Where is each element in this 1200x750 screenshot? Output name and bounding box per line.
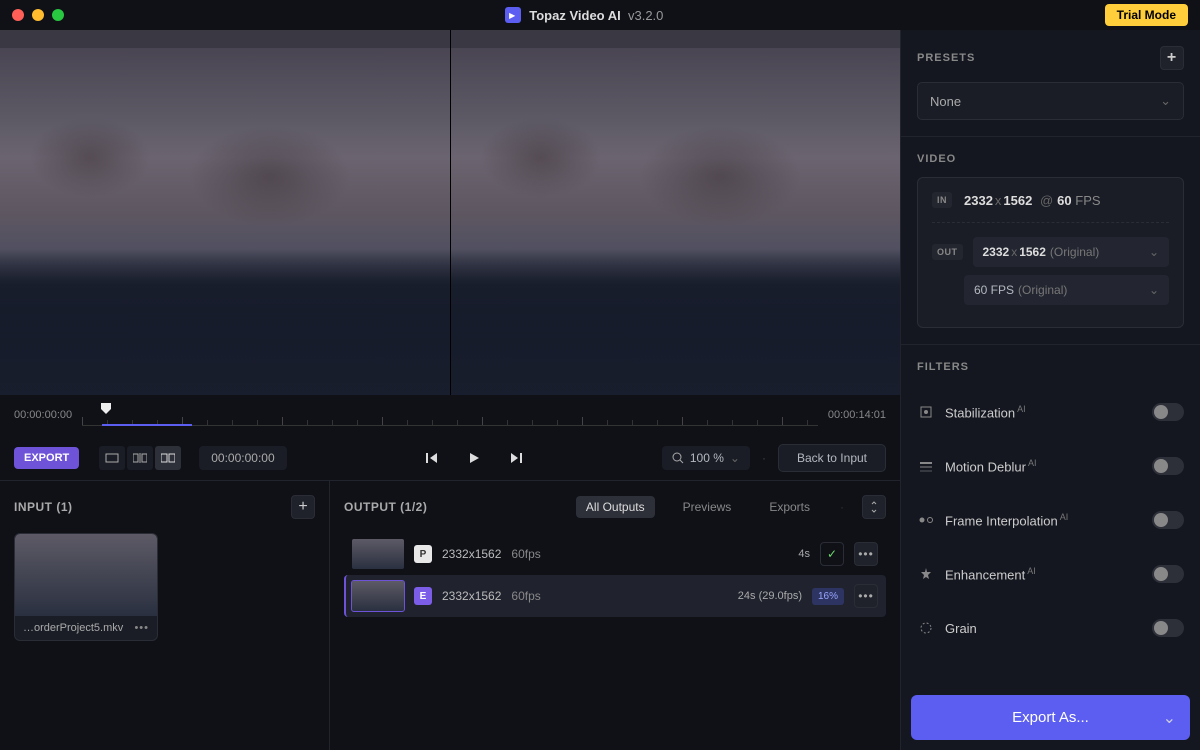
filter-motion-deblur[interactable]: Motion DeblurAI — [901, 439, 1200, 493]
next-frame-button[interactable] — [509, 451, 523, 465]
output-panel: OUTPUT (1/2) All Outputs Previews Export… — [330, 481, 900, 750]
view-mode-single[interactable] — [99, 446, 125, 470]
chevron-down-icon: ⌄ — [1149, 245, 1159, 259]
filter-frame-interpolation[interactable]: Frame InterpolationAI — [901, 493, 1200, 547]
deblur-icon — [917, 457, 935, 475]
input-panel: INPUT (1) + …orderProject5.mkv ••• — [0, 481, 330, 750]
app-title: Topaz Video AI v3.2.0 — [64, 7, 1105, 23]
filters-list: StabilizationAI Motion DeblurAI Frame Inte… — [901, 385, 1200, 655]
output-resolution: 2332x1562 — [442, 547, 501, 561]
controls-bar: EXPORT 00:00:00:00 100 % ⌄ · — [0, 435, 900, 480]
grain-icon — [917, 619, 935, 637]
maximize-window-button[interactable] — [52, 9, 64, 21]
sort-button[interactable] — [862, 495, 886, 519]
settings-sidebar: PRESETS + None ⌄ VIDEO IN 2332x1562 @60 … — [900, 30, 1200, 750]
interpolation-icon — [917, 511, 935, 529]
filter-toggle[interactable] — [1152, 511, 1184, 529]
preview-pane-right[interactable] — [451, 30, 901, 395]
tab-exports[interactable]: Exports — [759, 496, 820, 518]
tab-previews[interactable]: Previews — [673, 496, 742, 518]
output-row-menu[interactable]: ••• — [854, 542, 878, 566]
filter-toggle[interactable] — [1152, 565, 1184, 583]
input-panel-title: INPUT (1) — [14, 500, 73, 514]
chevron-down-icon: ⌄ — [730, 451, 740, 465]
filter-name: Motion DeblurAI — [945, 458, 1036, 474]
play-button[interactable] — [467, 451, 481, 465]
timeline-ruler[interactable] — [82, 404, 818, 426]
filter-toggle[interactable] — [1152, 619, 1184, 637]
output-badge-preview: P — [414, 545, 432, 563]
tab-all-outputs[interactable]: All Outputs — [576, 496, 655, 518]
preview-pane-left[interactable] — [0, 30, 450, 395]
output-fps-select[interactable]: 60 FPS(Original) ⌄ — [964, 275, 1169, 305]
add-preset-button[interactable]: + — [1160, 46, 1184, 70]
output-duration: 24s (29.0fps) — [738, 590, 802, 602]
prev-frame-button[interactable] — [425, 451, 439, 465]
zoom-select[interactable]: 100 % ⌄ — [662, 446, 750, 470]
stabilization-icon — [917, 403, 935, 421]
output-resolution-select[interactable]: 2332x1562(Original) ⌄ — [973, 237, 1170, 267]
output-progress: 16% — [812, 588, 844, 605]
output-thumbnail — [352, 539, 404, 569]
export-button[interactable]: EXPORT — [14, 447, 79, 469]
output-row-menu[interactable]: ••• — [854, 584, 878, 608]
filter-toggle[interactable] — [1152, 457, 1184, 475]
output-panel-title: OUTPUT (1/2) — [344, 500, 427, 514]
chevron-down-icon: ⌄ — [1160, 93, 1171, 109]
presets-label: PRESETS — [917, 52, 975, 64]
preset-select[interactable]: None ⌄ — [917, 82, 1184, 120]
app-icon — [505, 7, 521, 23]
video-label: VIDEO — [917, 153, 956, 165]
input-filename: …orderProject5.mkv — [23, 622, 123, 634]
video-info: IN 2332x1562 @60 FPS OUT 2332x1562(Origi… — [917, 177, 1184, 328]
minimize-window-button[interactable] — [32, 9, 44, 21]
filter-name: EnhancementAI — [945, 566, 1036, 582]
window-controls — [12, 9, 64, 21]
back-to-input-button[interactable]: Back to Input — [778, 444, 886, 472]
titlebar: Topaz Video AI v3.2.0 Trial Mode — [0, 0, 1200, 30]
export-as-button[interactable]: Export As... — [911, 695, 1190, 740]
filter-grain[interactable]: Grain — [901, 601, 1200, 655]
timeline-end: 00:00:14:01 — [828, 409, 886, 421]
out-label: OUT — [932, 244, 963, 260]
input-clip[interactable]: …orderProject5.mkv ••• — [14, 533, 158, 641]
add-input-button[interactable]: + — [291, 495, 315, 519]
chevron-down-icon: ⌄ — [1149, 283, 1159, 297]
filter-enhancement[interactable]: EnhancementAI — [901, 547, 1200, 601]
current-time[interactable]: 00:00:00:00 — [199, 446, 286, 470]
output-thumbnail — [352, 581, 404, 611]
filter-name: StabilizationAI — [945, 404, 1026, 420]
output-badge-export: E — [414, 587, 432, 605]
input-clip-menu[interactable]: ••• — [134, 622, 149, 634]
timeline-start: 00:00:00:00 — [14, 409, 72, 421]
in-label: IN — [932, 192, 952, 208]
output-resolution: 2332x1562 — [442, 589, 501, 603]
output-tabs: All Outputs Previews Exports · — [576, 495, 886, 519]
output-duration: 4s — [798, 548, 810, 560]
output-fps: 60fps — [511, 589, 540, 603]
filter-stabilization[interactable]: StabilizationAI — [901, 385, 1200, 439]
zoom-icon — [672, 452, 684, 464]
playhead[interactable] — [100, 402, 112, 416]
filters-label: FILTERS — [917, 361, 969, 373]
output-row[interactable]: P 2332x1562 60fps 4s ✓ ••• — [344, 533, 886, 575]
output-row[interactable]: E 2332x1562 60fps 24s (29.0fps) 16% ••• — [344, 575, 886, 617]
filter-name: Frame InterpolationAI — [945, 512, 1068, 528]
input-thumbnail — [15, 534, 157, 616]
chevron-down-icon: ⌄ — [1163, 708, 1176, 728]
output-done-icon: ✓ — [820, 542, 844, 566]
filter-name: Grain — [945, 621, 977, 636]
filter-toggle[interactable] — [1152, 403, 1184, 421]
trial-mode-badge: Trial Mode — [1105, 4, 1188, 26]
view-mode-split[interactable] — [127, 446, 153, 470]
close-window-button[interactable] — [12, 9, 24, 21]
view-mode-side-by-side[interactable] — [155, 446, 181, 470]
output-fps: 60fps — [511, 547, 540, 561]
preview-area — [0, 30, 900, 395]
enhancement-icon — [917, 565, 935, 583]
play-controls — [297, 451, 652, 465]
view-mode-group — [99, 446, 181, 470]
timeline: 00:00:00:00 00:00:14:01 — [0, 395, 900, 435]
